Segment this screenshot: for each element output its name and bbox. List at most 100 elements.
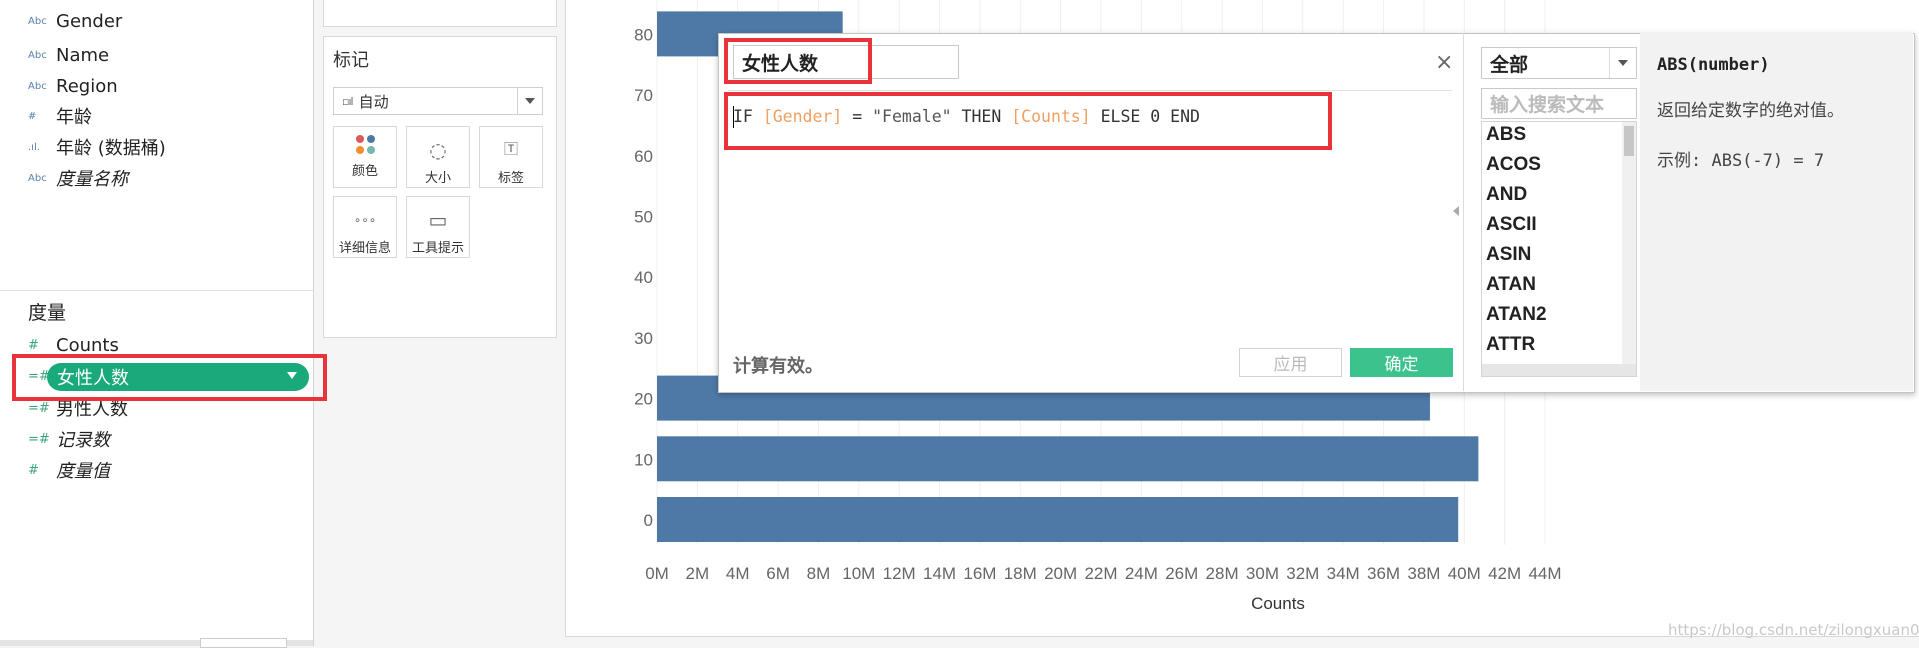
- x-tick-label: 16M: [963, 564, 996, 583]
- function-item[interactable]: ACOS: [1486, 154, 1541, 176]
- y-tick-label: 10: [634, 450, 653, 469]
- field-label: Counts: [56, 334, 119, 356]
- field-label: 女性人数: [57, 368, 129, 389]
- x-tick-label: 6M: [766, 564, 790, 583]
- color-icon: [355, 135, 375, 154]
- y-tick-label: 70: [634, 86, 653, 105]
- tooltip-button[interactable]: ▭ 工具提示: [406, 196, 470, 258]
- measures-header: 度量: [28, 302, 67, 324]
- string-type-icon: Abc: [28, 80, 47, 92]
- dimension-age-bins[interactable]: .ıl. 年龄 (数据桶): [28, 134, 166, 160]
- x-tick-label: 2M: [686, 564, 710, 583]
- x-axis-title: Counts: [1251, 594, 1305, 613]
- bin-type-icon: .ıl.: [28, 141, 40, 153]
- field-ref-counts: [Counts]: [1011, 107, 1091, 126]
- vertical-scrollbar[interactable]: [1622, 122, 1636, 376]
- dimension-name[interactable]: Abc Name: [28, 42, 109, 68]
- y-tick-label: 60: [634, 147, 653, 166]
- calc-name-input[interactable]: 女性人数: [733, 45, 959, 79]
- measure-counts[interactable]: # Counts: [28, 332, 119, 358]
- function-item[interactable]: ATTR: [1486, 334, 1535, 356]
- size-button[interactable]: ◌ 大小: [406, 126, 470, 188]
- x-tick-label: 14M: [923, 564, 956, 583]
- text-cursor: [733, 106, 734, 128]
- x-tick-label: 30M: [1246, 564, 1279, 583]
- measure-male-count[interactable]: =# 男性人数: [28, 395, 128, 421]
- function-item[interactable]: ASCII: [1486, 214, 1537, 236]
- function-list[interactable]: ABS ACOS AND ASCII ASIN ATAN ATAN2 ATTR: [1481, 121, 1637, 377]
- detail-button[interactable]: ∘∘∘ 详细信息: [333, 196, 397, 258]
- x-tick-label: 34M: [1327, 564, 1360, 583]
- y-tick-label: 40: [634, 268, 653, 287]
- string-type-icon: Abc: [28, 49, 47, 61]
- field-label: 度量名称: [56, 169, 128, 190]
- measure-measure-values[interactable]: # 度量值: [28, 457, 110, 483]
- keyword-then: THEN: [951, 107, 1012, 126]
- dimension-gender[interactable]: Abc Gender: [28, 8, 122, 34]
- function-category-value: 全部: [1490, 53, 1529, 76]
- editor-divider[interactable]: [1463, 33, 1464, 391]
- horizontal-scrollbar[interactable]: [1482, 364, 1636, 376]
- field-label: 记录数: [56, 430, 110, 451]
- y-tick-label: 30: [634, 329, 653, 348]
- measure-record-count[interactable]: =# 记录数: [28, 426, 110, 452]
- bar: [657, 497, 1459, 542]
- x-tick-label: 22M: [1084, 564, 1117, 583]
- function-item[interactable]: AND: [1486, 184, 1527, 206]
- automatic-mark-icon: ▫ıl: [342, 94, 354, 108]
- function-item[interactable]: ABS: [1486, 124, 1526, 146]
- y-tick-label: 50: [634, 208, 653, 227]
- string-type-icon: Abc: [28, 15, 47, 27]
- x-tick-label: 40M: [1448, 564, 1481, 583]
- bar: [657, 436, 1479, 482]
- name-underline: [728, 90, 1452, 91]
- chevron-down-icon[interactable]: [287, 372, 297, 379]
- size-label: 大小: [424, 171, 451, 186]
- x-tick-label: 38M: [1407, 564, 1440, 583]
- function-item[interactable]: ATAN2: [1486, 304, 1547, 326]
- help-description: 返回给定数字的绝对值。: [1657, 101, 1844, 121]
- function-search-input[interactable]: 输入搜索文本: [1481, 88, 1637, 119]
- x-tick-label: 26M: [1165, 564, 1198, 583]
- formula-editor[interactable]: IF [Gender] = "Female" THEN [Counts] ELS…: [733, 107, 1200, 126]
- label-button[interactable]: 🅃 标签: [479, 126, 543, 188]
- ok-button[interactable]: 确定: [1350, 348, 1453, 377]
- validation-status: 计算有效。: [733, 356, 823, 377]
- field-label: 年龄 (数据桶): [56, 138, 166, 159]
- function-category-select[interactable]: 全部: [1481, 47, 1637, 79]
- collapse-arrow-icon[interactable]: [1453, 206, 1459, 216]
- y-tick-label: 80: [634, 25, 653, 44]
- help-signature: ABS(number): [1657, 55, 1770, 75]
- dimension-region[interactable]: Abc Region: [28, 73, 118, 99]
- field-label: Region: [56, 75, 118, 97]
- x-tick-label: 20M: [1044, 564, 1077, 583]
- x-tick-label: 8M: [807, 564, 831, 583]
- text-label-icon: 🅃: [504, 142, 518, 158]
- x-tick-label: 24M: [1125, 564, 1158, 583]
- chevron-down-icon[interactable]: [517, 88, 542, 114]
- chevron-down-icon[interactable]: [1609, 48, 1636, 78]
- field-label: 度量值: [56, 461, 110, 482]
- measure-female-count-pill[interactable]: 女性人数: [47, 363, 309, 391]
- mark-type-value: 自动: [358, 92, 389, 111]
- dimension-measure-names[interactable]: Abc 度量名称: [28, 165, 128, 191]
- function-item[interactable]: ASIN: [1486, 244, 1531, 266]
- x-tick-label: 10M: [842, 564, 875, 583]
- x-tick-label: 42M: [1488, 564, 1521, 583]
- function-item[interactable]: ATAN: [1486, 274, 1536, 296]
- x-tick-label: 32M: [1286, 564, 1319, 583]
- y-tick-label: 0: [644, 511, 653, 530]
- calc-field-icon: =#: [28, 400, 50, 416]
- field-label: Name: [56, 44, 110, 66]
- close-icon[interactable]: ×: [1435, 50, 1453, 75]
- sheet-tab[interactable]: [200, 638, 287, 648]
- mark-type-select[interactable]: ▫ıl 自动: [333, 87, 543, 115]
- scrollbar-thumb[interactable]: [1624, 126, 1634, 156]
- x-tick-label: 44M: [1528, 564, 1561, 583]
- color-button[interactable]: 颜色: [333, 126, 397, 188]
- string-type-icon: Abc: [28, 172, 47, 184]
- apply-button[interactable]: 应用: [1239, 348, 1342, 377]
- keyword-if: IF: [733, 107, 753, 126]
- size-icon: ◌: [429, 138, 447, 162]
- dimension-age[interactable]: # 年龄: [28, 103, 92, 129]
